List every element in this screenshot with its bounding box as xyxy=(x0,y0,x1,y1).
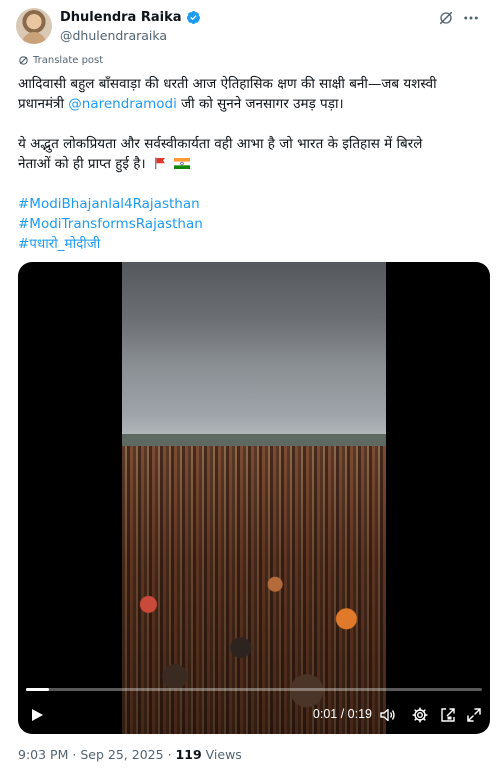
translate-icon xyxy=(19,56,28,65)
video-controls: 0:01 / 0:19 xyxy=(18,704,490,726)
post-text-line: ये अद्भुत लोकप्रियता और सर्वस्वीकार्यता … xyxy=(18,134,484,154)
translate-post-label: Translate post xyxy=(33,55,104,66)
play-icon[interactable] xyxy=(30,708,44,722)
post-text-span: जी को सुनने जनसागर उमड़ पड़ा। xyxy=(176,96,344,112)
hashtag-text[interactable]: #पधारो_मोदीजी xyxy=(18,236,100,252)
video-progress-fill xyxy=(26,688,49,691)
hashtag-link[interactable]: #पधारो_मोदीजी xyxy=(18,234,484,254)
more-options-icon[interactable] xyxy=(462,10,480,26)
video-player[interactable]: 0:01 / 0:19 xyxy=(18,262,490,734)
verified-badge-icon xyxy=(186,10,200,25)
post-date[interactable]: Sep 25, 2025 xyxy=(80,747,163,762)
mention-link[interactable]: @narendramodi xyxy=(68,96,177,112)
author-name-row: Dhulendra Raika xyxy=(60,10,201,25)
avatar[interactable] xyxy=(16,8,52,44)
post-text-span: आदिवासी बहुल बाँसवाड़ा की धरती आज ऐतिहास… xyxy=(18,76,437,92)
hashtag-text[interactable]: #ModiTransformsRajasthan xyxy=(18,216,203,232)
post-time[interactable]: 9:03 PM xyxy=(18,747,68,762)
meta-separator: · xyxy=(72,747,77,762)
video-progress-bar[interactable] xyxy=(26,688,482,691)
post-text-line: प्रधानमंत्री @narendramodi जी को सुनने ज… xyxy=(18,94,484,114)
translate-post-link[interactable]: Translate post xyxy=(18,55,103,66)
author-handle[interactable]: @dhulendraraika xyxy=(60,28,167,43)
hashtag-link[interactable]: #ModiBhajanlal4Rajasthan xyxy=(18,194,484,214)
meta-separator: · xyxy=(167,747,172,762)
post-metadata: 9:03 PM · Sep 25, 2025 · 119 Views xyxy=(18,747,242,762)
views-label: Views xyxy=(205,747,242,762)
red-flag-emoji-icon xyxy=(154,157,165,169)
volume-icon[interactable] xyxy=(380,707,396,723)
post-text-span: प्रधानमंत्री xyxy=(18,96,69,112)
settings-gear-icon[interactable] xyxy=(412,707,428,723)
views-count: 119 xyxy=(175,747,202,762)
post-header: Dhulendra Raika @dhulendraraika xyxy=(16,8,480,48)
post-text-span: नेताओं को ही प्राप्त हुई है। xyxy=(18,156,146,172)
grok-icon[interactable] xyxy=(438,10,454,26)
post-text-line: आदिवासी बहुल बाँसवाड़ा की धरती आज ऐतिहास… xyxy=(18,74,484,94)
india-flag-emoji-icon xyxy=(174,158,191,169)
fullscreen-icon[interactable] xyxy=(466,707,482,723)
hashtag-text[interactable]: #ModiBhajanlal4Rajasthan xyxy=(18,196,200,212)
video-frame[interactable] xyxy=(122,262,386,734)
post-text: आदिवासी बहुल बाँसवाड़ा की धरती आज ऐतिहास… xyxy=(18,74,484,254)
author-display-name[interactable]: Dhulendra Raika xyxy=(60,10,182,25)
post-text-line: नेताओं को ही प्राप्त हुई है। xyxy=(18,154,484,174)
hashtag-link[interactable]: #ModiTransformsRajasthan xyxy=(18,214,484,234)
post-text-span: ये अद्भुत लोकप्रियता और सर्वस्वीकार्यता … xyxy=(18,136,423,152)
video-time: 0:01 / 0:19 xyxy=(312,707,372,721)
pop-out-icon[interactable] xyxy=(440,707,456,723)
